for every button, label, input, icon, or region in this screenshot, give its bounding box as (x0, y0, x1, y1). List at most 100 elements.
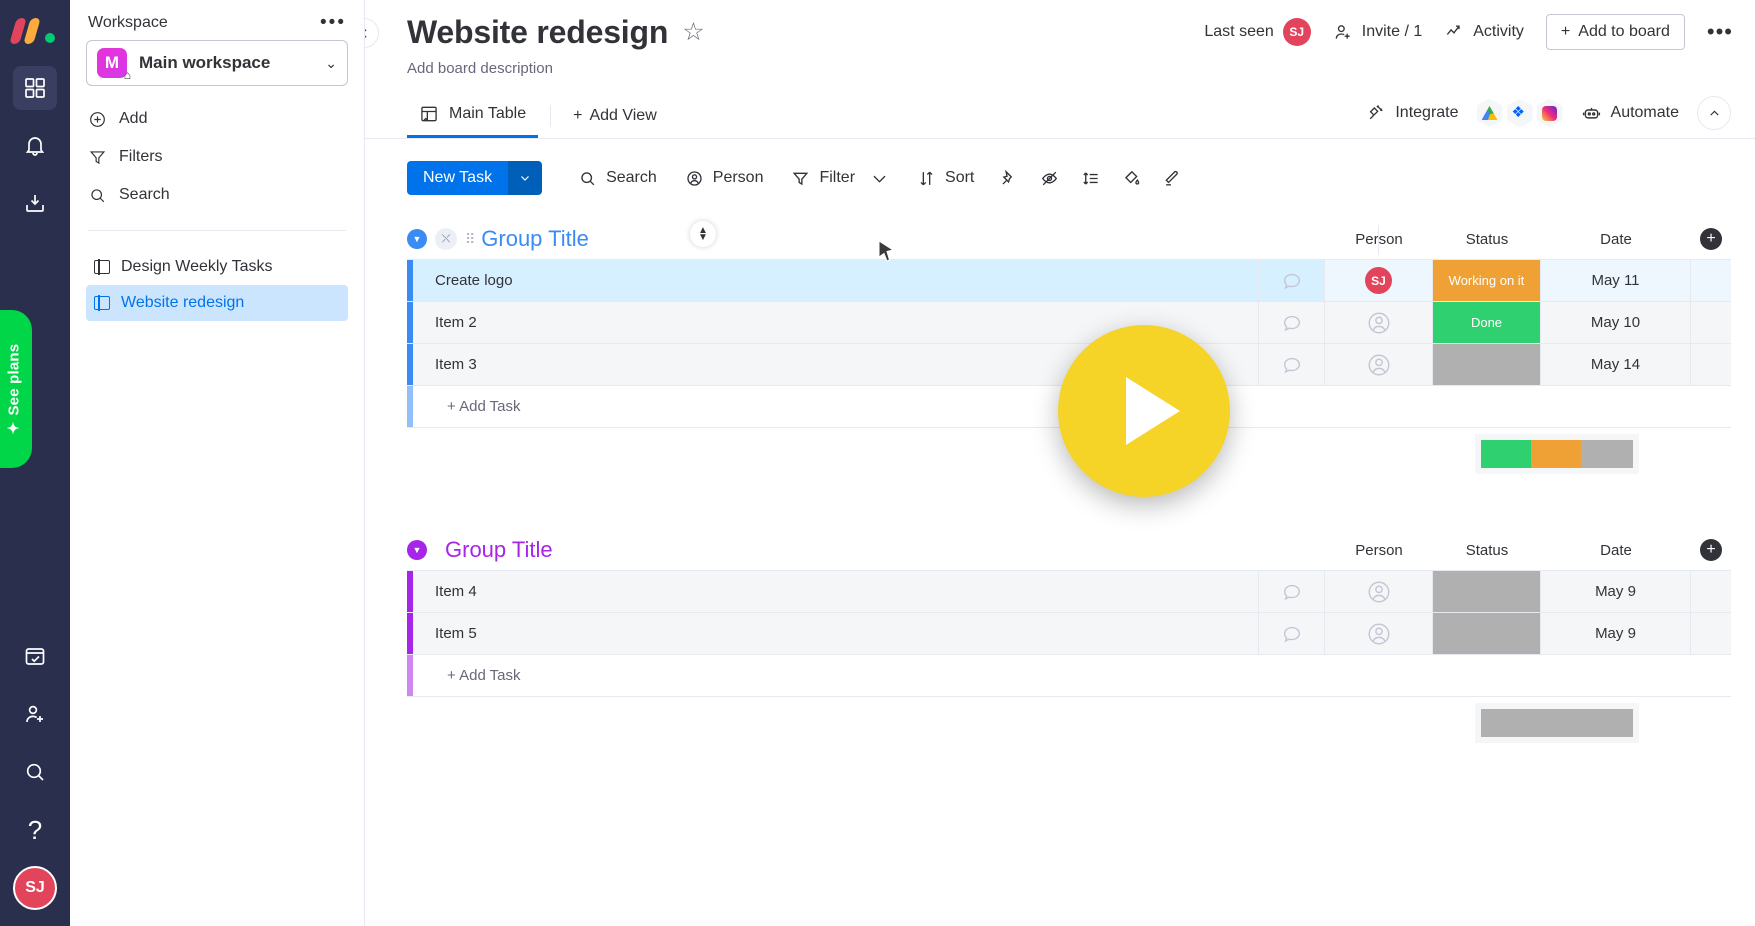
row-status-cell[interactable]: Working on it (1433, 260, 1541, 301)
row-chat-button[interactable] (1259, 344, 1325, 385)
add-column-button[interactable]: + (1691, 228, 1731, 250)
rail-item-notifications[interactable] (13, 124, 57, 168)
row-person-cell[interactable] (1325, 613, 1433, 654)
new-task-button[interactable]: New Task (407, 161, 543, 195)
invite-button[interactable]: Invite / 1 (1333, 22, 1422, 42)
row-chat-button[interactable] (1259, 571, 1325, 612)
rail-item-inbox[interactable] (13, 182, 57, 226)
add-task-row[interactable]: + Add Task (407, 655, 1731, 697)
workspace-name: Main workspace (139, 53, 271, 72)
row-date-cell[interactable]: May 10 (1541, 302, 1691, 343)
chevron-down-icon[interactable] (508, 161, 543, 195)
row-task-name[interactable]: Item 4 (413, 571, 1259, 612)
toolbar-pin-button[interactable] (988, 161, 1029, 195)
drag-handle-icon[interactable]: ⠿ (465, 231, 475, 248)
add-task-label[interactable]: + Add Task (413, 655, 1731, 696)
see-plans-button[interactable]: ✦ See plans (0, 310, 32, 468)
column-header-status[interactable]: Status (1433, 542, 1541, 559)
rail-item-home-grid[interactable] (13, 66, 57, 110)
row-person-cell[interactable] (1325, 344, 1433, 385)
row-person-cell[interactable]: SJ (1325, 260, 1433, 301)
toolbar-row-height-button[interactable] (1070, 161, 1111, 195)
collapse-header-button[interactable] (1697, 96, 1731, 130)
sidebar-item-search[interactable]: Search (86, 176, 348, 214)
sidebar-header: Workspace ••• (86, 0, 348, 40)
google-drive-icon[interactable] (1476, 98, 1503, 128)
add-to-board-button[interactable]: + Add to board (1545, 14, 1685, 50)
row-status-cell[interactable] (1433, 571, 1541, 612)
status-summary-box[interactable] (1475, 703, 1639, 743)
row-chat-button[interactable] (1259, 302, 1325, 343)
dropbox-icon[interactable]: ❖ (1506, 98, 1533, 128)
table-row[interactable]: Item 4 May 9 (407, 571, 1731, 613)
tab-main-table[interactable]: Main Table (407, 93, 539, 138)
toolbar-person-button[interactable]: Person (671, 161, 778, 195)
play-button[interactable] (1058, 325, 1230, 497)
row-person-cell[interactable] (1325, 571, 1433, 612)
inbox-download-icon (26, 195, 44, 212)
activity-button[interactable]: Activity (1444, 22, 1524, 42)
toolbar-filter-button[interactable]: Filter (777, 161, 903, 195)
row-date-cell[interactable]: May 14 (1541, 344, 1691, 385)
board-description[interactable]: Add board description (407, 60, 1731, 77)
search-icon (581, 171, 595, 185)
column-header-person[interactable]: Person (1325, 231, 1433, 248)
row-person-cell[interactable] (1325, 302, 1433, 343)
monday-logo[interactable] (9, 18, 57, 44)
page-title: Website redesign (407, 14, 669, 50)
toolbar-color-button[interactable] (1111, 161, 1152, 195)
toolbar-sort-button[interactable]: Sort (903, 161, 988, 195)
row-date-cell[interactable]: May 11 (1541, 260, 1691, 301)
row-date-cell[interactable]: May 9 (1541, 613, 1691, 654)
row-chat-button[interactable] (1259, 613, 1325, 654)
sidebar-board-design-weekly-tasks[interactable]: Design Weekly Tasks (86, 249, 348, 285)
sidebar-item-label: Filters (119, 148, 163, 165)
rail-item-help[interactable]: ? (13, 808, 57, 852)
board-more-menu[interactable]: ••• (1707, 21, 1733, 43)
toolbar-search-button[interactable]: Search (564, 161, 671, 195)
group-title[interactable]: Group Title (445, 537, 553, 563)
toolbar-hide-columns-button[interactable] (1029, 161, 1070, 195)
sparkle-icon: ✦ (5, 421, 22, 435)
integrate-button[interactable]: Integrate (1366, 103, 1459, 123)
rail-item-invite-members[interactable] (13, 692, 57, 736)
sidebar-item-add[interactable]: Add (86, 100, 348, 138)
table-row[interactable]: Item 5 May 9 (407, 613, 1731, 655)
toolbar-highlighter-button[interactable] (1152, 161, 1193, 195)
add-view-button[interactable]: + Add View (563, 93, 667, 138)
group-title[interactable]: Group Title (481, 226, 589, 252)
row-task-name[interactable]: Item 5 (413, 613, 1259, 654)
column-header-date[interactable]: Date (1541, 231, 1691, 248)
row-status-cell[interactable] (1433, 344, 1541, 385)
new-task-label: New Task (407, 161, 509, 195)
group-collapse-all-icon[interactable]: ⤬ (435, 228, 457, 250)
column-header-status[interactable]: Status (1433, 231, 1541, 248)
workspace-badge: M ⌂ (97, 48, 131, 82)
column-header-person[interactable]: Person (1325, 542, 1433, 559)
row-chat-button[interactable] (1259, 260, 1325, 301)
favorite-star-icon[interactable]: ☆ (682, 20, 704, 45)
sidebar-more-menu[interactable]: ••• (320, 13, 346, 32)
group-collapse-arrow-icon[interactable]: ▼ (407, 540, 427, 560)
row-status-cell[interactable]: Done (1433, 302, 1541, 343)
automate-button[interactable]: Automate (1581, 103, 1679, 124)
status-summary-box[interactable] (1475, 434, 1639, 474)
integration-icons: ❖ (1476, 98, 1563, 128)
instagram-icon[interactable] (1536, 98, 1563, 128)
sidebar-board-website-redesign[interactable]: Website redesign (86, 285, 348, 321)
rail-item-my-work[interactable] (13, 634, 57, 678)
sidebar-item-filters[interactable]: Filters (86, 138, 348, 176)
group-collapse-arrow-icon[interactable]: ▼ (407, 229, 427, 249)
last-seen[interactable]: Last seen SJ (1204, 18, 1311, 46)
toolbar-sort-label: Sort (945, 169, 975, 186)
table-row[interactable]: Create logo SJ Working on it May 11 (407, 260, 1731, 302)
row-date-cell[interactable]: May 9 (1541, 571, 1691, 612)
avatar[interactable]: SJ (13, 866, 57, 910)
row-status-cell[interactable] (1433, 613, 1541, 654)
workspace-selector[interactable]: M ⌂ Main workspace ⌄ (86, 40, 348, 86)
row-task-name[interactable]: Create logo (413, 260, 1259, 301)
add-column-button[interactable]: + (1691, 539, 1731, 561)
rail-item-search[interactable] (13, 750, 57, 794)
mouse-cursor-icon (878, 240, 896, 269)
column-header-date[interactable]: Date (1541, 542, 1691, 559)
